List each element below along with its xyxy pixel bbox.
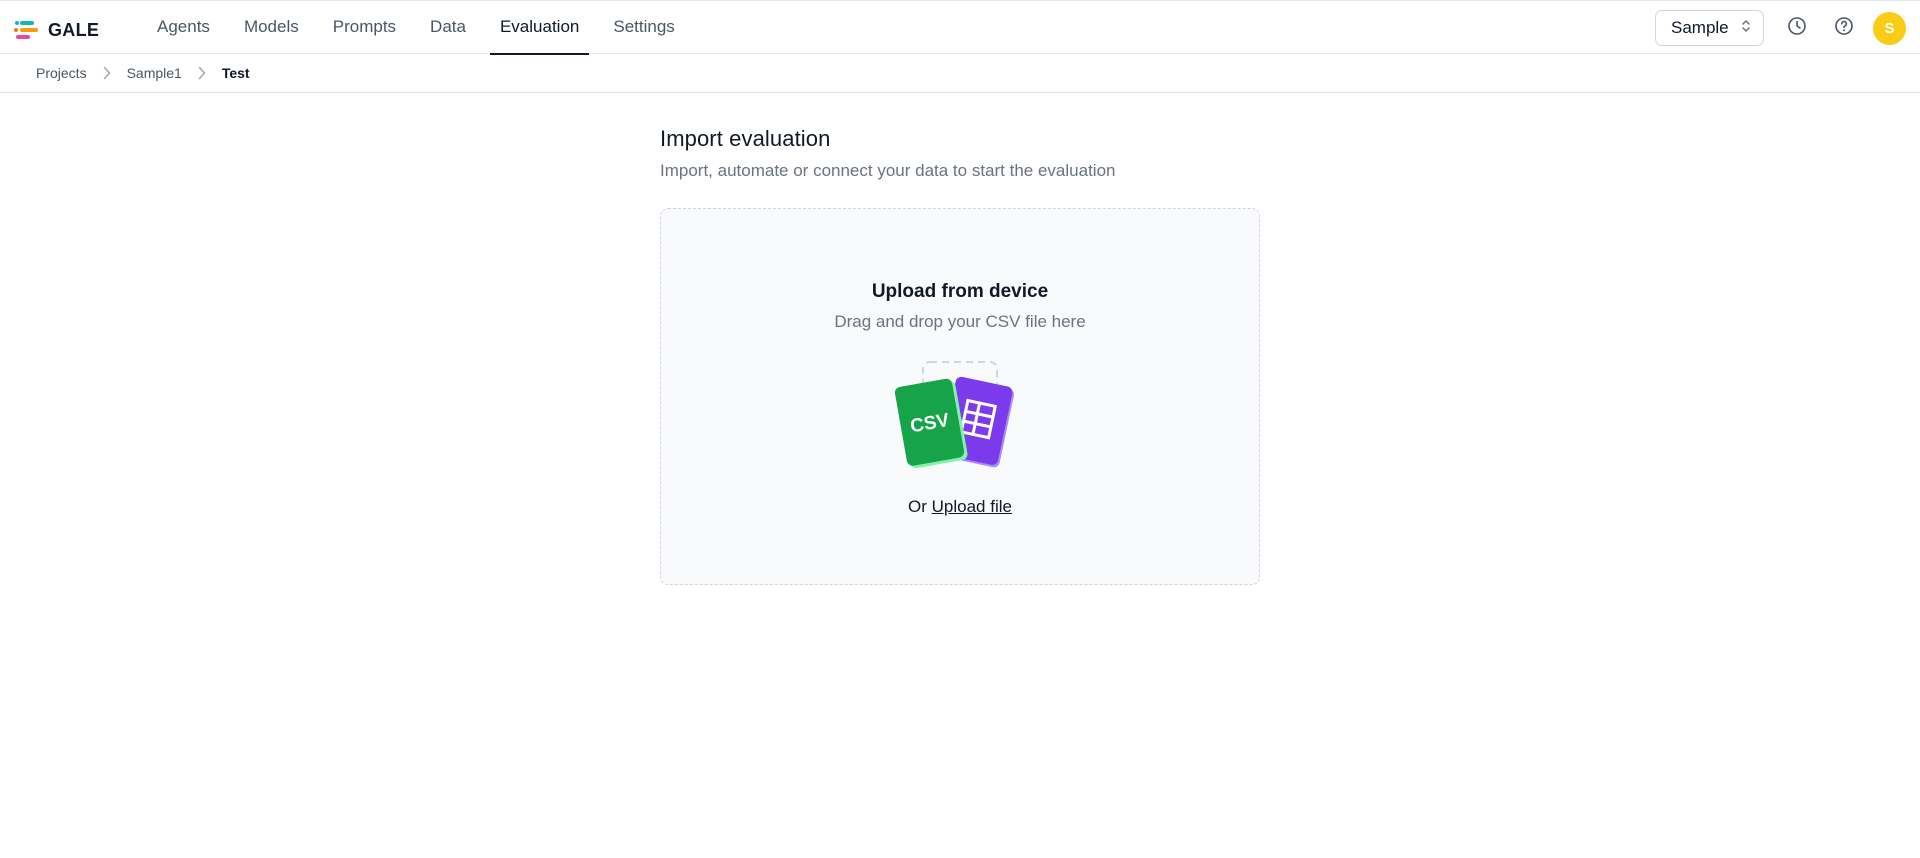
csv-upload-illustration: CSV: [893, 359, 1029, 475]
top-navigation-bar: GALE Agents Models Prompts Data Evaluati…: [0, 0, 1920, 55]
chevron-up-down-icon: [1741, 18, 1751, 39]
upload-file-row: Or Upload file: [661, 497, 1259, 517]
help-button[interactable]: [1829, 13, 1859, 43]
tab-evaluation[interactable]: Evaluation: [489, 1, 590, 55]
tab-settings[interactable]: Settings: [603, 1, 684, 55]
workspace-select-value: Sample: [1671, 18, 1729, 37]
page-subtitle: Import, automate or connect your data to…: [660, 161, 1116, 180]
app-logo[interactable]: GALE: [14, 19, 99, 41]
history-button[interactable]: [1782, 13, 1812, 43]
tab-prompts[interactable]: Prompts: [323, 1, 406, 55]
tab-models[interactable]: Models: [234, 1, 309, 55]
dropzone-title: Upload from device: [871, 281, 1049, 302]
history-icon: [1787, 16, 1807, 41]
header-right-controls: Sample S: [1655, 1, 1906, 55]
breadcrumb-test: Test: [221, 65, 250, 81]
tab-agents[interactable]: Agents: [147, 1, 220, 55]
breadcrumb: Projects Sample1 Test: [0, 54, 1920, 93]
or-text: Or: [908, 497, 927, 516]
main-content: Import evaluation Import, automate or co…: [660, 126, 1260, 585]
main-nav-tabs: Agents Models Prompts Data Evaluation Se…: [140, 1, 692, 55]
user-avatar[interactable]: S: [1873, 11, 1906, 45]
workspace-select[interactable]: Sample: [1655, 10, 1764, 46]
file-dropzone[interactable]: Upload from device Drag and drop your CS…: [660, 208, 1260, 585]
dropzone-subtitle: Drag and drop your CSV file here: [834, 312, 1086, 331]
page-title: Import evaluation: [660, 126, 831, 151]
upload-file-link[interactable]: Upload file: [932, 497, 1012, 516]
gale-logo-icon: [14, 21, 38, 39]
chevron-right-icon: [198, 66, 206, 80]
tab-data[interactable]: Data: [420, 1, 476, 55]
breadcrumb-sample1[interactable]: Sample1: [127, 65, 182, 81]
help-icon: [1834, 16, 1854, 41]
app-name: GALE: [48, 19, 100, 40]
breadcrumb-projects[interactable]: Projects: [36, 65, 87, 81]
chevron-right-icon: [103, 66, 111, 80]
